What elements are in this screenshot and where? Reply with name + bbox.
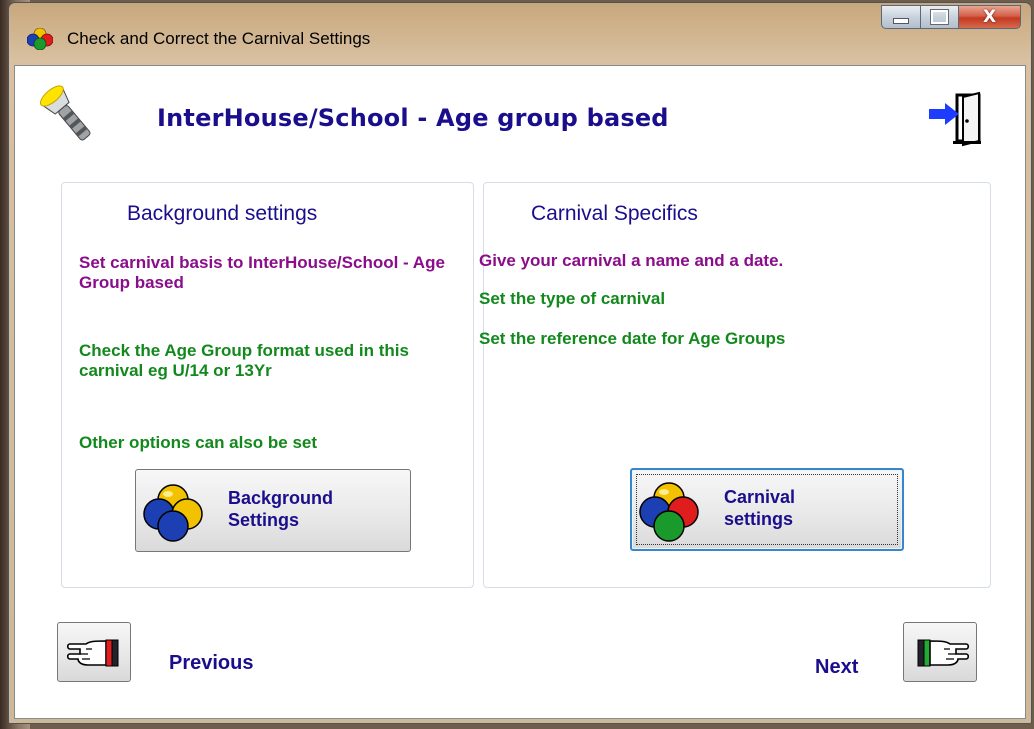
- title-bar[interactable]: Check and Correct the Carnival Settings …: [9, 3, 1031, 65]
- pointing-hand-right-icon: [917, 639, 970, 667]
- window-title: Check and Correct the Carnival Settings: [67, 29, 371, 48]
- other-options-note: Other options can also be set: [79, 433, 318, 452]
- carnival-settings-button[interactable]: Carnival settings: [630, 468, 904, 551]
- minimize-button[interactable]: [881, 5, 921, 29]
- torch-icon: [40, 85, 91, 141]
- background-settings-button[interactable]: Background Settings: [135, 469, 411, 552]
- carnival-type-instruction: Set the type of carnival: [479, 289, 666, 308]
- close-icon: X: [982, 7, 997, 27]
- close-button[interactable]: X: [959, 5, 1021, 29]
- previous-button[interactable]: [57, 622, 131, 682]
- name-date-instruction: Give your carnival a name and a date.: [479, 251, 784, 270]
- app-icon: [27, 28, 53, 50]
- age-group-instruction: Check the Age Group format used in this …: [79, 341, 409, 380]
- caption-buttons: X: [881, 5, 1021, 31]
- client-area: InterHouse/School - Age group based Back…: [14, 65, 1026, 719]
- exit-door-icon[interactable]: [927, 91, 983, 147]
- carnival-specifics-title: Carnival Specifics: [531, 202, 698, 225]
- maximize-icon: [930, 9, 949, 25]
- background-settings-title: Background settings: [127, 202, 318, 225]
- colored-circles-icon: [143, 484, 203, 542]
- pointing-hand-left-icon: [66, 639, 119, 667]
- maximize-button[interactable]: [921, 5, 959, 29]
- reference-date-instruction: Set the reference date for Age Groups: [479, 329, 786, 348]
- dialog-window: Check and Correct the Carnival Settings …: [8, 2, 1032, 724]
- background-settings-panel: Background settings Set carnival basis t…: [61, 182, 474, 588]
- basis-instruction: Set carnival basis to InterHouse/School …: [79, 253, 445, 292]
- background-settings-label: Background Settings: [228, 488, 334, 530]
- previous-label[interactable]: Previous: [169, 652, 253, 675]
- minimize-icon: [893, 18, 909, 24]
- colored-circles-icon: [639, 482, 699, 542]
- carnival-settings-label: Carnival settings: [724, 487, 796, 529]
- next-label[interactable]: Next: [815, 656, 858, 679]
- carnival-specifics-panel: Carnival Specifics Give your carnival a …: [479, 182, 991, 588]
- next-button[interactable]: [903, 622, 977, 682]
- page-heading: InterHouse/School - Age group based: [157, 104, 669, 132]
